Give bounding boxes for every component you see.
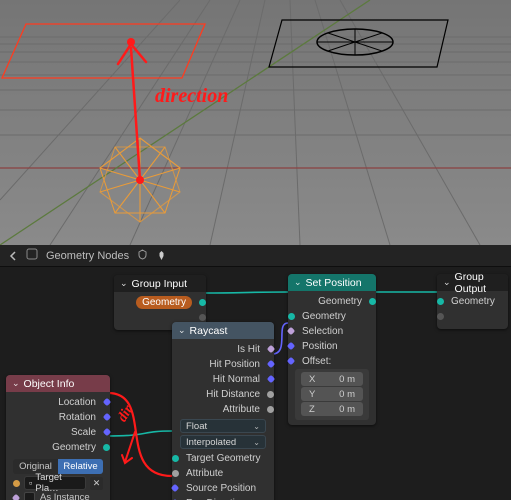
back-icon[interactable] xyxy=(8,251,18,261)
node-set-position[interactable]: ⌄ Set Position Geometry Geometry Selectio… xyxy=(288,274,376,425)
socket-label: Source Position xyxy=(186,483,256,494)
viewport-svg: direction xyxy=(0,0,511,245)
annotation-dir-arrow xyxy=(105,422,165,482)
socket-label: Location xyxy=(58,397,96,408)
annotation-arrow xyxy=(118,38,146,184)
socket-label: Attribute xyxy=(223,404,260,415)
dark-disk xyxy=(317,29,393,55)
socket-in-virtual[interactable] xyxy=(437,313,444,320)
node-editor-toolbar: Geometry Nodes xyxy=(0,245,511,267)
socket-in-attribute[interactable] xyxy=(172,470,179,477)
socket-out-hit-normal[interactable] xyxy=(267,375,275,383)
viewport-3d[interactable]: direction xyxy=(0,0,511,245)
socket-out-hit-position[interactable] xyxy=(267,360,275,368)
offset-z-field[interactable]: Z0 m xyxy=(301,402,363,416)
socket-in-as-instance[interactable] xyxy=(12,493,20,500)
socket-out-is-hit[interactable] xyxy=(267,345,275,353)
chevron-down-icon: ⌄ xyxy=(178,325,186,336)
socket-label: Selection xyxy=(302,326,343,337)
socket-label: Hit Distance xyxy=(206,389,260,400)
socket-in-geometry[interactable] xyxy=(288,313,295,320)
pin-icon[interactable] xyxy=(156,250,167,261)
checkbox-label: As Instance xyxy=(40,492,90,500)
socket-label: Hit Normal xyxy=(213,374,260,385)
annotation-dir: dir xyxy=(116,403,136,424)
socket-label: Offset: xyxy=(302,356,331,367)
socket-out-geometry[interactable] xyxy=(103,444,110,451)
raycast-dtype-select[interactable]: Float⌄ xyxy=(180,419,266,433)
node-raycast[interactable]: ⌄Raycast Is Hit Hit Position Hit Normal … xyxy=(172,322,274,500)
offset-vector-block: X0 m Y0 m Z0 m xyxy=(295,369,369,420)
socket-in-geometry[interactable] xyxy=(437,298,444,305)
mesh-icon: ▫ xyxy=(29,478,32,489)
socket-label: Geometry xyxy=(318,296,362,307)
chevron-down-icon: ⌄ xyxy=(253,422,260,431)
node-group-output[interactable]: ⌄ Group Output Geometry xyxy=(437,274,508,329)
socket-label: Hit Position xyxy=(209,359,260,370)
socket-in-source-position[interactable] xyxy=(171,484,179,492)
raycast-mapping-select[interactable]: Interpolated⌄ xyxy=(180,435,266,449)
shield-icon[interactable] xyxy=(137,249,148,263)
socket-label: Attribute xyxy=(186,468,223,479)
socket-label: Scale xyxy=(71,427,96,438)
socket-out-virtual[interactable] xyxy=(199,314,206,321)
breadcrumb[interactable]: Geometry Nodes xyxy=(46,250,129,262)
chevron-down-icon: ⌄ xyxy=(12,378,20,389)
object-picker-field[interactable]: ▫Target Pla… xyxy=(24,476,86,490)
node-title: Group Output xyxy=(455,271,502,295)
socket-in-selection[interactable] xyxy=(287,327,295,335)
node-title: Set Position xyxy=(306,277,362,289)
offset-x-field[interactable]: X0 m xyxy=(301,372,363,386)
socket-out-hit-distance[interactable] xyxy=(267,391,274,398)
socket-label: Is Hit xyxy=(237,344,260,355)
socket-label: Geometry xyxy=(451,296,495,307)
socket-in-position[interactable] xyxy=(287,342,295,350)
socket-in-target-geometry[interactable] xyxy=(172,455,179,462)
socket-in-offset[interactable] xyxy=(287,357,295,365)
node-group-icon xyxy=(26,248,38,263)
geometry-nodes-editor[interactable]: Geometry Nodes ⌄ Group Input Geometry xyxy=(0,245,511,500)
socket-out-geometry[interactable] xyxy=(369,298,376,305)
node-canvas[interactable]: ⌄ Group Input Geometry ⌄ Set Position Geom… xyxy=(0,267,511,500)
offset-y-field[interactable]: Y0 m xyxy=(301,387,363,401)
as-instance-checkbox[interactable] xyxy=(24,492,35,500)
node-object-info[interactable]: ⌄ Object Info Location Rotation Scale Geo… xyxy=(6,375,110,500)
chevron-down-icon: ⌄ xyxy=(294,277,302,288)
node-title: Object Info xyxy=(24,378,75,390)
socket-out-attribute[interactable] xyxy=(267,406,274,413)
socket-label: Position xyxy=(302,341,338,352)
socket-label: Geometry xyxy=(302,311,346,322)
socket-label: Geometry xyxy=(136,296,192,309)
grid xyxy=(0,0,511,245)
chevron-down-icon: ⌄ xyxy=(120,278,128,289)
clear-object-button[interactable]: ✕ xyxy=(90,477,103,490)
chevron-down-icon: ⌄ xyxy=(253,438,260,447)
socket-out-location[interactable] xyxy=(103,398,111,406)
socket-label: Target Geometry xyxy=(186,453,260,464)
socket-label: Geometry xyxy=(52,442,96,453)
node-title: Raycast xyxy=(190,325,228,337)
socket-out-scale[interactable] xyxy=(103,428,111,436)
socket-out-rotation[interactable] xyxy=(103,413,111,421)
socket-label: Rotation xyxy=(59,412,96,423)
node-title: Group Input xyxy=(132,278,187,290)
red-plane xyxy=(2,24,205,78)
socket-in-object[interactable] xyxy=(13,480,20,487)
annotation-text: direction xyxy=(155,85,228,107)
chevron-down-icon: ⌄ xyxy=(443,277,451,288)
socket-out-geometry[interactable] xyxy=(199,299,206,306)
